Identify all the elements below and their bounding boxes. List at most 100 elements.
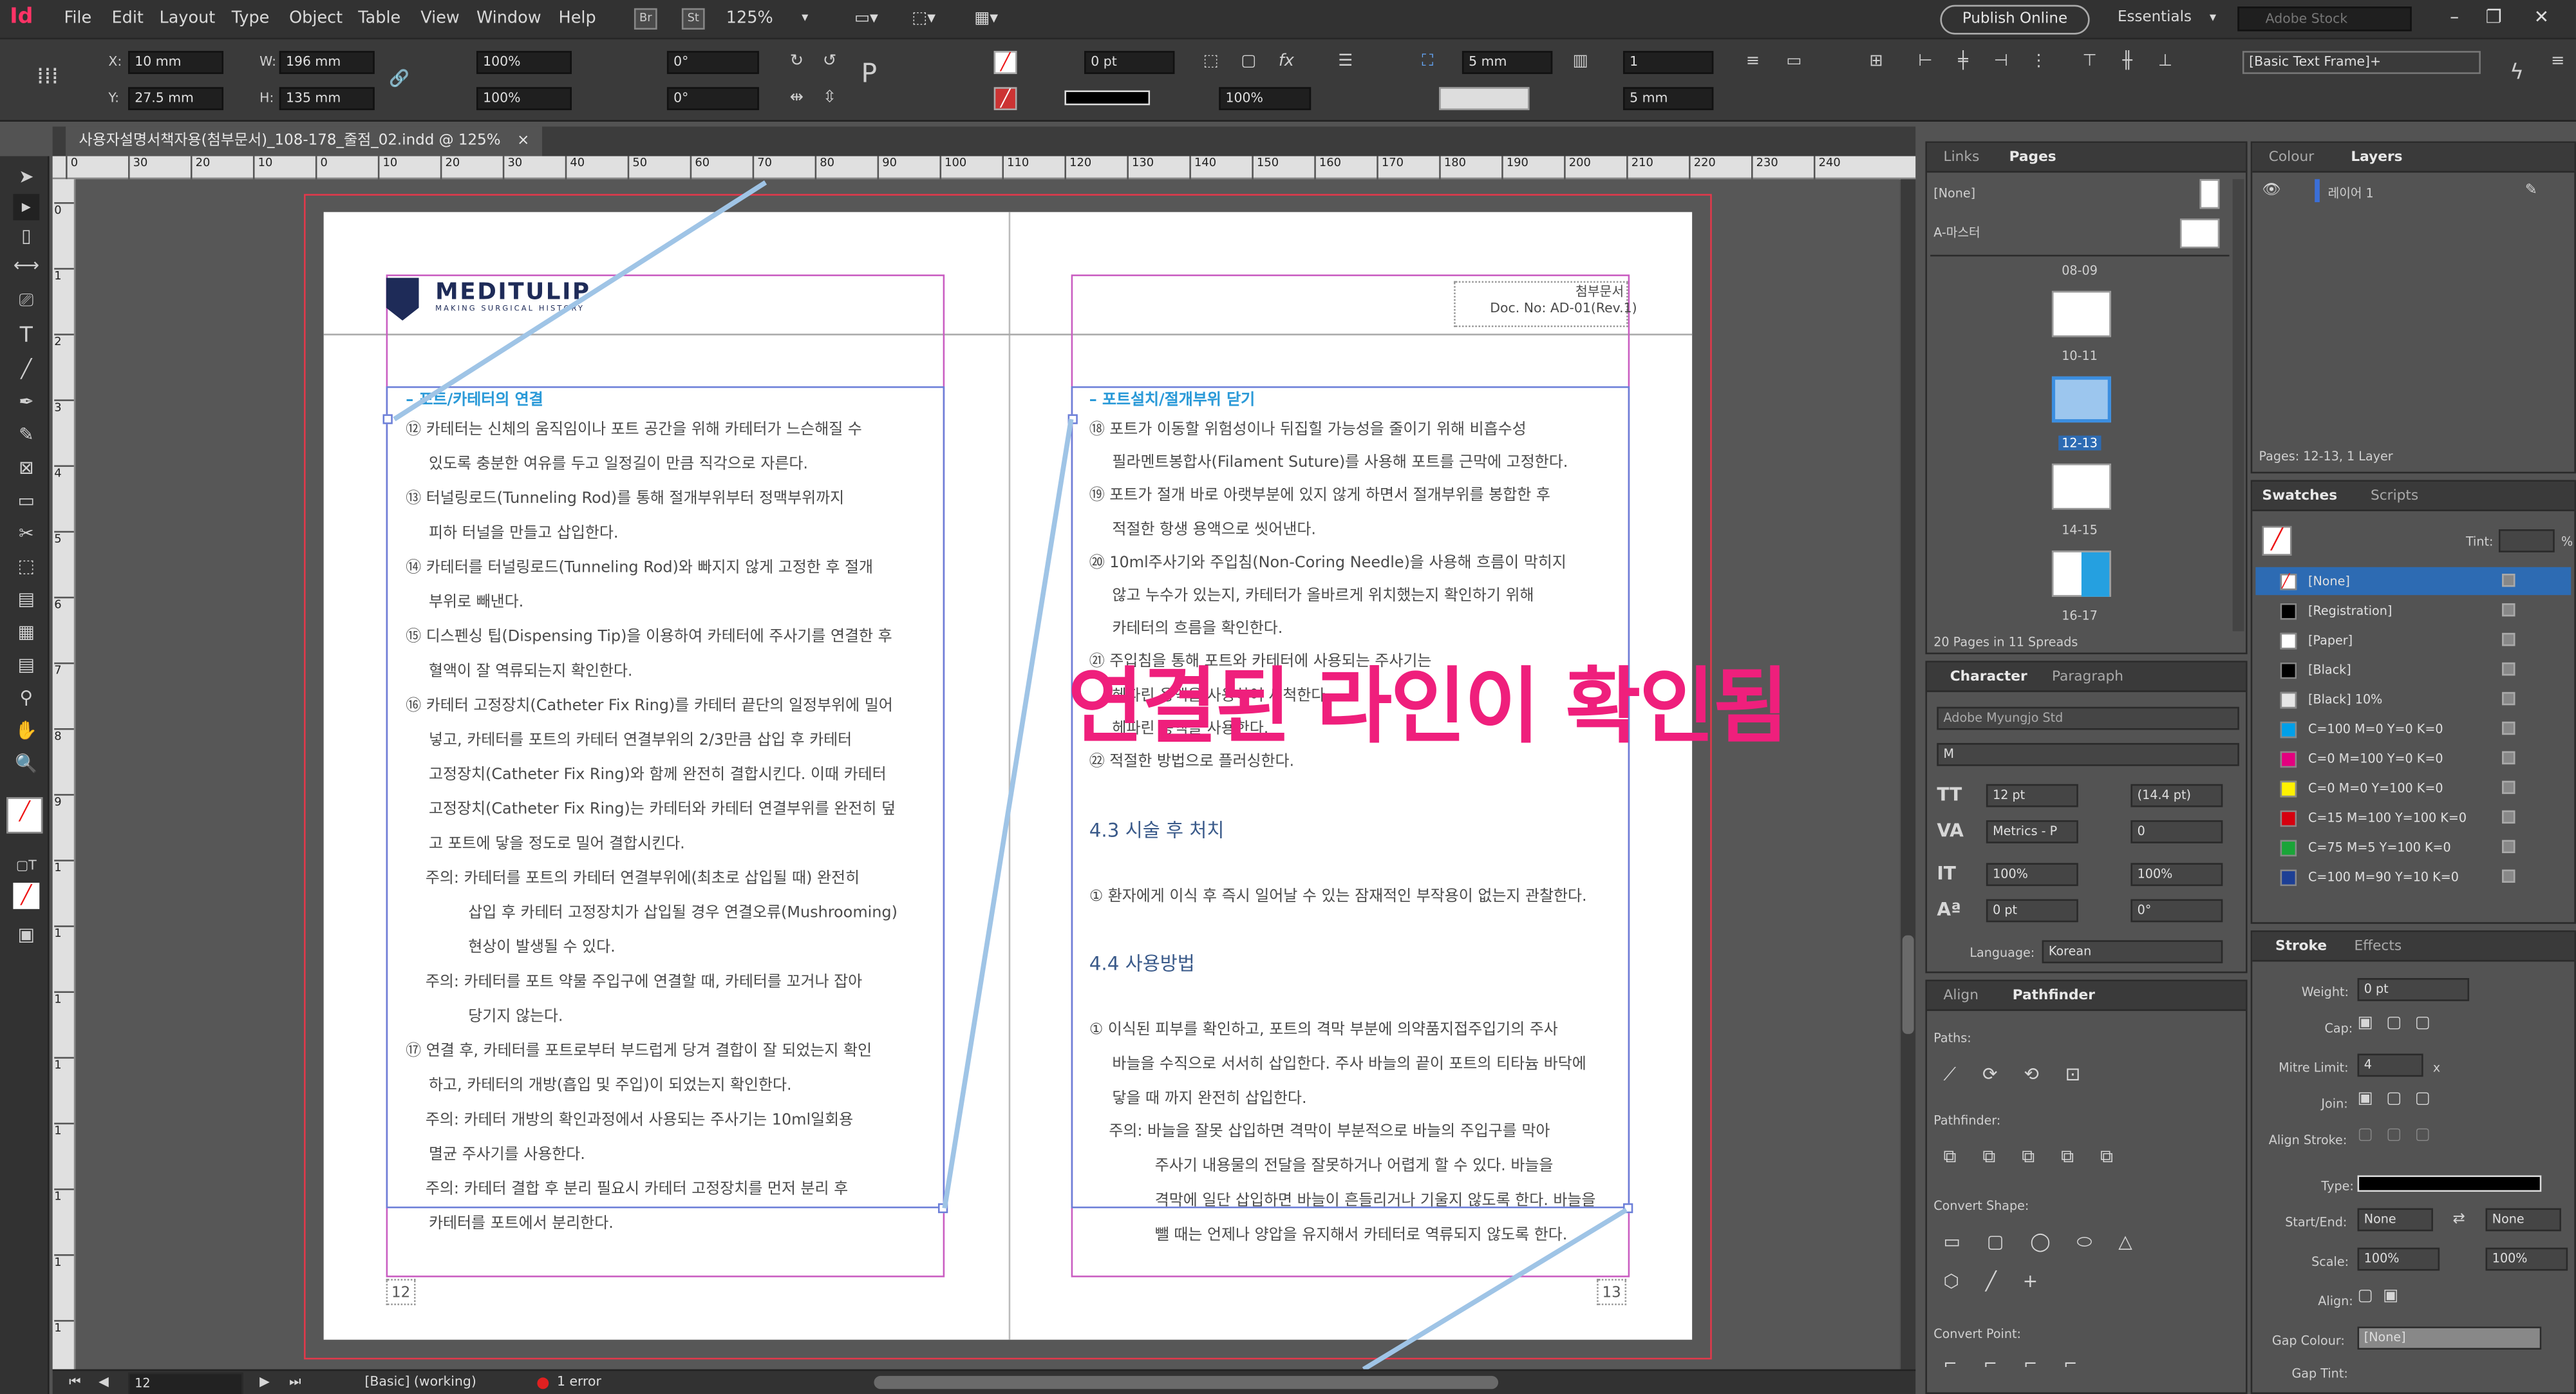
language-dropdown[interactable]: Korean [2042, 940, 2223, 964]
none-master-label[interactable]: [None] [1933, 185, 1975, 200]
none-master-thumb[interactable] [2199, 179, 2220, 209]
swatch-name: C=100 M=90 Y=10 K=0 [2308, 869, 2459, 885]
swatch-color-chip [2280, 603, 2297, 620]
path-buttons[interactable]: ⟋⟳⟲⊡ [1944, 1064, 2107, 1087]
swatch-row[interactable]: C=100 M=90 Y=10 K=0 [2255, 863, 2571, 890]
swatch-row[interactable]: [Black] [2255, 656, 2571, 684]
swatch-name: C=100 M=0 Y=0 K=0 [2308, 721, 2443, 737]
skew-field[interactable]: 0° [2130, 899, 2223, 923]
thread-line-middle [942, 419, 1074, 1209]
swatch-row[interactable]: [Black] 10% [2255, 686, 2571, 713]
pages-divider [1930, 254, 2230, 257]
spread-label-1617: 16-17 [2062, 608, 2098, 623]
swatch-row[interactable]: C=0 M=100 Y=0 K=0 [2255, 745, 2571, 773]
swatch-row[interactable]: C=75 M=5 Y=100 K=0 [2255, 833, 2571, 861]
font-size-field[interactable]: 12 pt [1986, 784, 2078, 807]
swatch-row[interactable]: C=15 M=100 Y=100 K=0 [2255, 804, 2571, 831]
end-arrow-dropdown[interactable]: None [2485, 1208, 2561, 1232]
tab-colour[interactable]: Colour [2269, 149, 2314, 166]
cap-buttons[interactable]: ▣▢▢ [2358, 1014, 2444, 1032]
preflight-profile[interactable]: [Basic] (working) [364, 1374, 476, 1389]
arrow-align-buttons[interactable]: ▢▣ [2358, 1287, 2409, 1305]
swatch-type-icon [2502, 810, 2515, 824]
horizontal-scale-field[interactable]: 100% [2130, 863, 2223, 887]
tracking-field[interactable]: 0 [2130, 820, 2223, 843]
end-scale-field[interactable]: 100% [2485, 1247, 2568, 1271]
spread-thumb-1415[interactable] [2051, 463, 2111, 510]
vertical-scroll-track[interactable] [1901, 179, 1916, 1370]
spread-thumb-1011[interactable] [2051, 290, 2111, 337]
tab-stroke[interactable]: Stroke [2275, 939, 2327, 956]
gap-colour-dropdown[interactable]: [None] [2357, 1326, 2542, 1350]
tab-pathfinder[interactable]: Pathfinder [2013, 988, 2095, 1004]
convert-point-buttons[interactable]: ⌐⌐⌐⌐ [1944, 1356, 2104, 1374]
stroke-weight-input[interactable]: 0 pt [2357, 978, 2470, 1001]
vertical-scale-field[interactable]: 100% [1986, 863, 2078, 887]
tab-character[interactable]: Character [1950, 669, 2027, 686]
swatches-panel: Swatches Scripts ╱ Tint: % ╱ [None] [Regist… [2250, 480, 2576, 924]
last-page-icon[interactable]: ⏭ [289, 1374, 301, 1391]
indesign-window: Id File Edit Layout Type Object Table Vi… [0, 0, 2576, 1394]
swatch-type-icon [2502, 721, 2515, 735]
tab-paragraph[interactable]: Paragraph [2052, 669, 2123, 686]
eye-icon[interactable]: 👁 [2262, 182, 2281, 199]
spread-thumb-1213[interactable] [2051, 376, 2111, 423]
thread-line-in [393, 180, 767, 422]
a-master-label[interactable]: A-마스터 [1933, 223, 1980, 241]
swatch-type-icon [2502, 840, 2515, 854]
spread-label-1011: 10-11 [2062, 348, 2098, 364]
layers-panel: Colour Layers 👁 레이어 1 ✎ Pages: 12-13, 1 L… [2250, 141, 2576, 474]
tab-links[interactable]: Links [1944, 149, 1980, 166]
swatch-color-chip [2280, 751, 2297, 768]
convert-point-label: Convert Point: [1933, 1326, 2021, 1342]
miter-field[interactable]: 4 [2357, 1053, 2423, 1077]
convert-shape-buttons[interactable]: ▭▢◯⬭△ [1944, 1231, 2159, 1254]
start-arrow-dropdown[interactable]: None [2357, 1208, 2433, 1232]
pen-icon: ✎ [2524, 182, 2538, 199]
kerning-field[interactable]: Metrics - P [1986, 820, 2078, 843]
tint-field[interactable] [2498, 529, 2555, 552]
gap-tint-label: Gap Tint: [2291, 1366, 2348, 1381]
spread-label-1213: 12-13 [2058, 435, 2101, 451]
swatch-name: [Black] [2308, 662, 2351, 677]
swatch-row[interactable]: [Registration] [2255, 597, 2571, 625]
horizontal-scrollbar[interactable] [874, 1375, 1499, 1389]
swatch-row[interactable]: C=0 M=0 Y=100 K=0 [2255, 774, 2571, 802]
spread-thumb-1617[interactable] [2051, 551, 2111, 597]
align-stroke-buttons[interactable]: ▢▢▢ [2358, 1126, 2444, 1144]
tab-pages[interactable]: Pages [2009, 149, 2056, 166]
swap-arrows-icon[interactable]: ⇄ [2453, 1212, 2465, 1229]
fill-stroke-proxy-icon[interactable]: ╱ [2262, 525, 2292, 556]
next-page-icon[interactable]: ▶ [259, 1374, 270, 1389]
font-style-field[interactable]: M [1937, 742, 2239, 766]
convert-shape-buttons-2[interactable]: ⬡╱+ [1944, 1270, 2064, 1292]
leading-field[interactable]: (14.4 pt) [2130, 784, 2223, 807]
kerning-icon: VA [1937, 820, 1964, 842]
tab-swatches[interactable]: Swatches [2262, 488, 2338, 505]
baseline-shift-icon: Aª [1937, 899, 1961, 921]
tab-align[interactable]: Align [1944, 988, 1979, 1004]
font-family-field[interactable]: Adobe Myungjo Std [1937, 706, 2239, 730]
swatch-row[interactable]: ╱ [None] [2255, 567, 2571, 596]
vertical-scroll-thumb[interactable] [1902, 935, 1914, 1034]
start-scale-field[interactable]: 100% [2357, 1247, 2440, 1271]
tab-layers[interactable]: Layers [2351, 149, 2402, 166]
swatch-row[interactable]: C=100 M=0 Y=0 K=0 [2255, 715, 2571, 743]
swatch-name: C=0 M=0 Y=100 K=0 [2308, 780, 2443, 796]
pages-scrollbar[interactable] [2232, 179, 2244, 632]
tab-effects[interactable]: Effects [2354, 939, 2402, 956]
a-master-thumb[interactable] [2179, 218, 2220, 249]
spread-label-0809: 08-09 [2062, 263, 2098, 278]
prev-page-icon[interactable]: ◀ [99, 1374, 109, 1389]
page-number-field[interactable]: 12 [128, 1372, 243, 1394]
layer-1-label[interactable]: 레이어 1 [2328, 184, 2374, 202]
pathfinder-buttons[interactable]: ⧉⧉⧉⧉⧉ [1944, 1145, 2139, 1169]
join-buttons[interactable]: ▣▢▢ [2358, 1090, 2444, 1108]
tint-unit: % [2561, 534, 2573, 549]
first-page-icon[interactable]: ⏮ [69, 1374, 80, 1391]
error-count[interactable]: 1 error [557, 1374, 601, 1389]
stroke-type-dropdown[interactable] [2357, 1175, 2542, 1192]
tab-scripts[interactable]: Scripts [2371, 488, 2418, 505]
swatch-row[interactable]: [Paper] [2255, 626, 2571, 654]
baseline-shift-field[interactable]: 0 pt [1986, 899, 2078, 923]
